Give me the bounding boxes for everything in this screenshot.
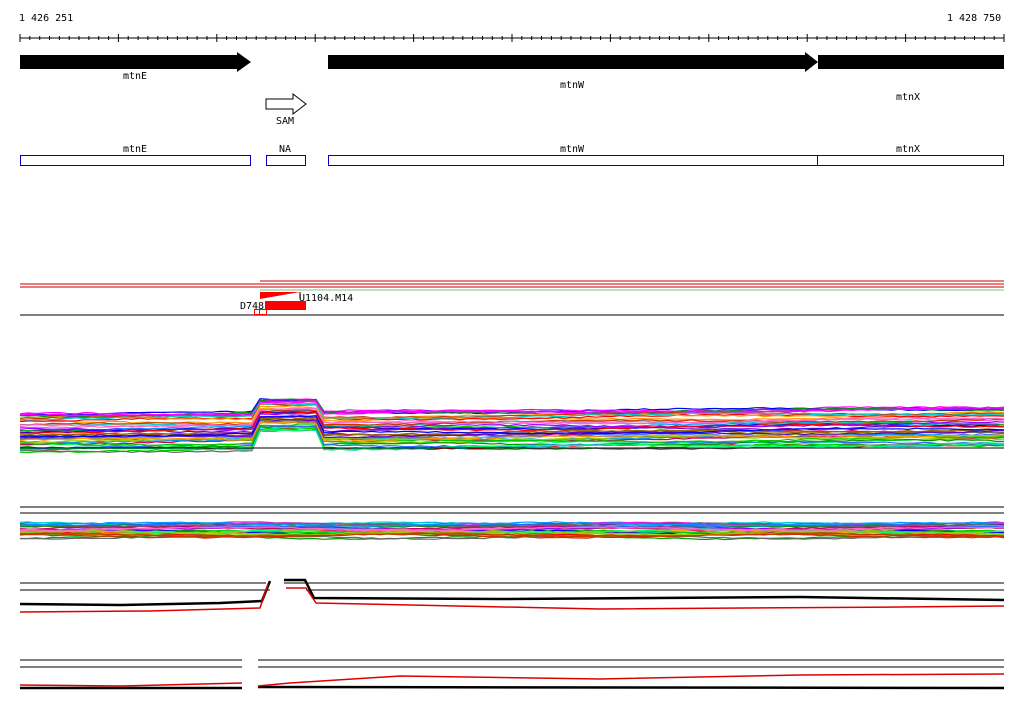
coordinate-start-label: 1 426 251 bbox=[19, 13, 74, 24]
gene-SAM-arrow[interactable] bbox=[265, 92, 307, 116]
profile-track-d bbox=[19, 659, 1005, 690]
feature-U1104-wedge[interactable] bbox=[260, 292, 300, 299]
track-c-black-profile bbox=[19, 578, 1005, 607]
gene-mtnE-arrow[interactable] bbox=[20, 52, 251, 72]
gene-mtnX-arrow[interactable] bbox=[818, 55, 1004, 69]
coordinate-ruler bbox=[19, 34, 1005, 42]
track-d-black-profile bbox=[20, 685, 1005, 690]
profile-track-c bbox=[19, 578, 1005, 613]
annotation-mtnE-label: mtnE bbox=[123, 144, 148, 155]
ruler-ticks bbox=[19, 34, 1005, 42]
annotation-mtnX-label: mtnX bbox=[896, 144, 921, 155]
feature-U1104-label: U1104.M14 bbox=[299, 293, 354, 304]
gene-mtnW-arrow[interactable] bbox=[328, 52, 818, 72]
expression-bundle-a bbox=[19, 398, 1005, 454]
annotation-mtnW-box[interactable] bbox=[328, 155, 818, 166]
expression-bundle-b bbox=[19, 506, 1005, 541]
feature-D748-label: D748 bbox=[240, 301, 265, 312]
feature-track bbox=[20, 280, 1004, 316]
annotation-track bbox=[20, 155, 1004, 166]
track-d-red-profile bbox=[19, 673, 1005, 687]
gene-mtnX-label: mtnX bbox=[896, 92, 921, 103]
gene-mtnW-label: mtnW bbox=[560, 80, 585, 91]
gene-SAM-label: SAM bbox=[276, 116, 295, 127]
annotation-NA-box[interactable] bbox=[266, 155, 306, 166]
annotation-mtnX-box[interactable] bbox=[817, 155, 1004, 166]
gene-track bbox=[20, 52, 1004, 116]
annotation-mtnW-label: mtnW bbox=[560, 144, 585, 155]
genome-browser-diagram bbox=[19, 34, 1005, 690]
annotation-NA-label: NA bbox=[279, 144, 292, 155]
annotation-mtnE-box[interactable] bbox=[20, 155, 251, 166]
gene-mtnE-label: mtnE bbox=[123, 71, 148, 82]
coordinate-end-label: 1 428 750 bbox=[947, 13, 1002, 24]
